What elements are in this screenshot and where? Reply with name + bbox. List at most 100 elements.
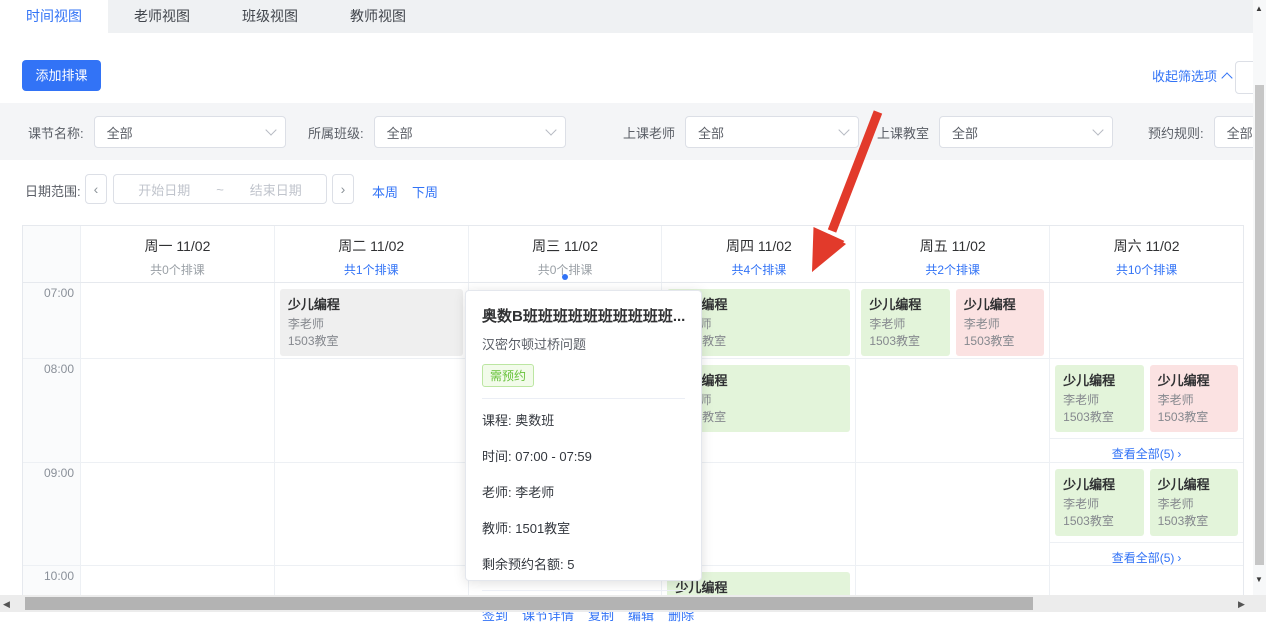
- chevron-up-icon: [1221, 72, 1233, 84]
- calendar-cell[interactable]: 少儿编程 李老师 1503教室 少儿编程 李老师 1503教室: [856, 283, 1051, 358]
- chevron-right-icon: ›: [1177, 447, 1182, 461]
- day-title: 周六 11/02: [1113, 238, 1180, 254]
- calendar-cell[interactable]: [275, 359, 469, 462]
- event-card[interactable]: 少儿编程李老师 1503教室: [1055, 365, 1144, 432]
- event-card[interactable]: 少儿编程李老师 1503教室: [1149, 365, 1238, 432]
- calendar-cell[interactable]: [275, 463, 469, 565]
- calendar-cell[interactable]: [1050, 283, 1243, 358]
- time-label: 09:00: [43, 466, 74, 480]
- event-card[interactable]: 少儿编程李老师 1503教室: [279, 289, 463, 356]
- popup-course-row: 课程: 奥数班: [482, 413, 555, 428]
- classroom-value: 全部: [952, 125, 979, 141]
- filter-label-classroom: 上课教室: [877, 125, 930, 141]
- event-title: 少儿编程: [1063, 477, 1116, 492]
- calendar-cell[interactable]: 少儿编程李老师 1503教室: [275, 283, 469, 358]
- chevron-down-icon: [264, 124, 277, 136]
- event-title: 少儿编程: [1157, 373, 1210, 388]
- scroll-left-icon[interactable]: ◀: [3, 599, 10, 610]
- class-value: 全部: [386, 125, 413, 141]
- end-date-placeholder: 结束日期: [249, 182, 302, 198]
- calendar-cell[interactable]: 少儿编程 李老师 1503教室 少儿编程 李老师 1503教室 查看全部(5) ›: [1050, 359, 1243, 462]
- date-range-label: 日期范围:: [25, 184, 81, 199]
- start-date-placeholder: 开始日期: [138, 182, 191, 198]
- event-card[interactable]: 少儿编程李老师 1503教室: [1055, 469, 1144, 536]
- time-label: 07:00: [43, 286, 74, 300]
- event-room: 1503教室: [1157, 514, 1209, 529]
- teacher-value: 全部: [698, 125, 725, 141]
- calendar-cell[interactable]: [856, 463, 1051, 565]
- calendar-header: 周一 11/02 共0个排课 周二 11/02 共1个排课 周三 11/02 共0个排课周…: [23, 226, 1243, 283]
- event-room: 1503教室: [287, 334, 339, 349]
- horizontal-scrollbar[interactable]: ◀ ▶: [0, 595, 1253, 612]
- event-card[interactable]: 少儿编程李老师 1503教室: [1149, 469, 1238, 536]
- event-title: 少儿编程: [287, 297, 340, 312]
- scroll-down-icon[interactable]: ▼: [1255, 575, 1263, 584]
- calendar-cell[interactable]: 少儿编程 李老师 1503教室 少儿编程 李老师 1503教室 查看全部(5) ›: [1050, 463, 1243, 565]
- event-card[interactable]: 少儿编程李老师 1503教室: [861, 289, 950, 356]
- tab-class-view[interactable]: 班级视图: [216, 0, 324, 33]
- filter-label-class: 所属班级:: [308, 125, 364, 141]
- filter-label-lesson-name: 课节名称:: [28, 125, 84, 141]
- calendar-cell[interactable]: [81, 359, 275, 462]
- day-header: 周四 11/02 共4个排课: [662, 226, 857, 282]
- event-teacher: 李老师: [1063, 393, 1100, 407]
- vertical-scroll-thumb[interactable]: [1255, 85, 1264, 565]
- next-week-button[interactable]: ›: [332, 174, 354, 204]
- scroll-up-icon[interactable]: ▲: [1255, 4, 1263, 13]
- prev-week-button[interactable]: ‹: [85, 174, 107, 204]
- scrollbar-corner: [1253, 595, 1266, 612]
- today-dot-icon: [562, 274, 569, 280]
- tab-time-view[interactable]: 时间视图: [0, 0, 108, 33]
- tab-classroom-view[interactable]: 教师视图: [324, 0, 432, 33]
- time-label: 10:00: [43, 569, 74, 583]
- tab-teacher-view[interactable]: 老师视图: [108, 0, 216, 33]
- view-all-link[interactable]: 查看全部(5) ›: [1050, 438, 1243, 462]
- popup-time-row: 时间: 07:00 - 07:59: [482, 449, 592, 464]
- filter-bar: 课节名称: 全部 所属班级: 全部 上课老师 全部 上课教室 全部 预约规则: …: [0, 103, 1266, 160]
- event-teacher: 李老师: [1157, 393, 1194, 407]
- this-week-link[interactable]: 本周: [372, 182, 398, 201]
- popup-quota-row: 剩余预约名额: 5: [482, 557, 575, 572]
- calendar-cell[interactable]: [81, 283, 275, 358]
- next-week-link[interactable]: 下周: [412, 182, 438, 201]
- day-header: 周三 11/02 共0个排课: [469, 226, 663, 282]
- calendar-cell[interactable]: [856, 359, 1051, 462]
- collapse-filters-link[interactable]: 收起筛选项: [1152, 66, 1233, 85]
- horizontal-scroll-thumb[interactable]: [25, 597, 1033, 610]
- date-bar: 日期范围: ‹ 开始日期 ~ 结束日期 › 本周 下周: [0, 160, 1266, 225]
- toolbar: 添加排课 收起筛选项: [0, 33, 1266, 103]
- lesson-name-value: 全部: [106, 125, 133, 141]
- view-all-link[interactable]: 查看全部(5) ›: [1050, 542, 1243, 566]
- event-room: 1503教室: [869, 334, 921, 349]
- filter-label-teacher: 上课老师: [623, 125, 676, 141]
- lesson-name-select[interactable]: 全部: [93, 116, 286, 148]
- class-select[interactable]: 全部: [373, 116, 566, 148]
- time-gutter-header: [23, 226, 81, 282]
- event-card[interactable]: 少儿编程李老师 1503教室: [955, 289, 1045, 356]
- add-schedule-button[interactable]: 添加排课: [22, 60, 101, 91]
- day-header: 周六 11/02 共10个排课: [1050, 226, 1243, 282]
- day-title: 周二 11/02: [338, 238, 405, 254]
- event-teacher: 李老师: [1157, 497, 1194, 511]
- chevron-down-icon: [544, 124, 557, 136]
- day-title: 周三 11/02: [532, 238, 599, 254]
- booking-rule-value: 全部: [1226, 125, 1253, 141]
- event-teacher: 李老师: [287, 317, 324, 331]
- chevron-right-icon: ›: [1177, 551, 1182, 565]
- event-teacher: 李老师: [963, 317, 1000, 331]
- calendar-cell[interactable]: [81, 463, 275, 565]
- classroom-select[interactable]: 全部: [939, 116, 1114, 148]
- teacher-select[interactable]: 全部: [685, 116, 860, 148]
- day-schedule-count: 共10个排课: [1115, 263, 1178, 277]
- popup-subtitle: 汉密尔顿过桥问题: [482, 337, 587, 352]
- day-schedule-count: 共0个排课: [150, 263, 205, 277]
- scroll-right-icon[interactable]: ▶: [1238, 599, 1245, 610]
- event-detail-popup: 奥数B班班班班班班班班班班... 汉密尔顿过桥问题 需预约 课程: 奥数班 时间…: [465, 290, 702, 623]
- date-separator: ~: [216, 181, 224, 197]
- vertical-scrollbar[interactable]: ▲ ▼: [1253, 0, 1266, 612]
- view-tabbar: 时间视图 老师视图 班级视图 教师视图: [0, 0, 1266, 33]
- date-range-input[interactable]: 开始日期 ~ 结束日期: [113, 174, 327, 204]
- filter-label-booking-rule: 预约规则:: [1148, 125, 1204, 141]
- event-teacher: 李老师: [1063, 497, 1100, 511]
- event-title: 少儿编程: [1063, 373, 1116, 388]
